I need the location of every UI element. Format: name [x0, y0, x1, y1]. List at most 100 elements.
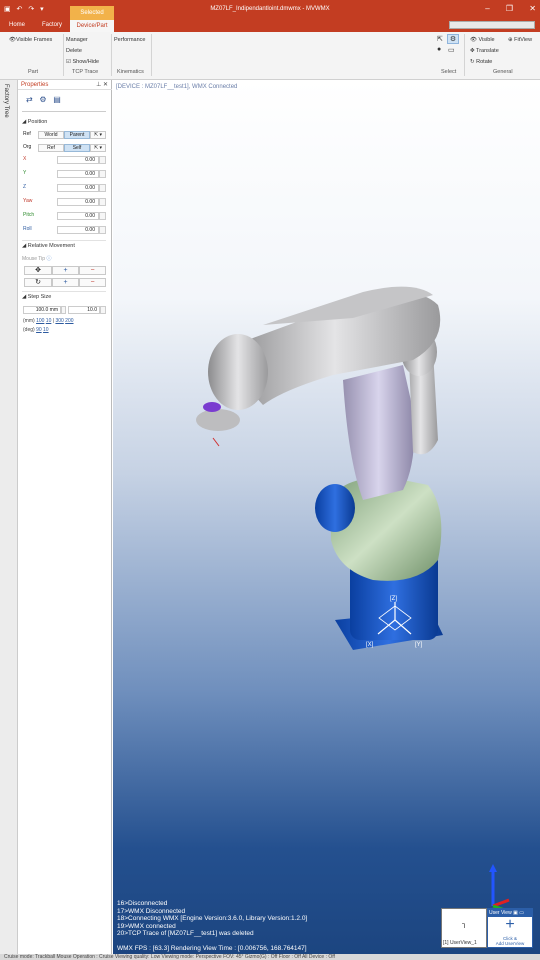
view-layout-toolbar[interactable]	[449, 21, 535, 29]
z-value-field[interactable]: 0.00	[57, 184, 99, 192]
log-line: 20>TCP Trace of [MZ07LF__test1] was dele…	[117, 930, 254, 937]
pitch-spinner[interactable]	[99, 212, 106, 220]
ribbon-separator	[464, 34, 465, 76]
userview-nav-icons[interactable]: ▣ ▭	[513, 910, 524, 916]
show-hide-checkbox[interactable]: ☑ Show/Hide	[66, 59, 99, 65]
move-icon: ✥	[35, 267, 41, 274]
select-pointer-icon[interactable]: ⇱	[437, 35, 443, 43]
rotate-icon: ↻	[470, 59, 475, 65]
3d-viewport[interactable]: [DEVICE : MZ07LF__test1], WMX Connected	[113, 80, 540, 954]
rotate-button[interactable]: ↻ Rotate	[470, 59, 492, 65]
group-kinematics-label: Kinematics	[117, 69, 144, 75]
translate-plus-button[interactable]: +	[52, 266, 79, 275]
rotate-icon: ↻	[35, 279, 41, 286]
userview-1-thumbnail[interactable]: ⅂ [1] UserView_1	[441, 908, 487, 948]
ribbon-separator	[151, 34, 152, 76]
ref-parent-button[interactable]: Parent	[64, 131, 90, 139]
manager-button[interactable]: Manager	[66, 37, 88, 43]
y-spinner[interactable]	[99, 170, 106, 178]
roll-spinner[interactable]	[99, 226, 106, 234]
checkbox-checked-icon: ☑	[66, 59, 71, 65]
translate-mode-button[interactable]: ✥	[24, 266, 52, 275]
eye-icon: 👁	[470, 37, 477, 43]
ref-dropdown[interactable]: ⇱ ▾	[90, 131, 106, 139]
fit-view-button[interactable]: ⊕ FitView	[508, 37, 532, 43]
factory-tree-label: Factory Tree	[3, 84, 9, 118]
group-part-label: Part	[28, 69, 39, 75]
position-section-header[interactable]: ◢ Position	[22, 119, 47, 125]
z-spinner[interactable]	[99, 184, 106, 192]
step-size-header[interactable]: ◢ Step Size	[22, 294, 51, 300]
roll-value-field[interactable]: 0.00	[57, 226, 99, 234]
ref-world-button[interactable]: World	[38, 131, 64, 139]
preset-link[interactable]: 90	[36, 327, 42, 333]
yaw-label: Yaw	[23, 198, 33, 204]
preset-link[interactable]: 10	[43, 327, 49, 333]
robot-wrist-flange	[196, 409, 240, 431]
preset-link[interactable]: 10	[46, 318, 52, 324]
org-dropdown[interactable]: ⇱ ▾	[90, 144, 106, 152]
preset-link[interactable]: 100	[36, 318, 44, 324]
pin-close-icons[interactable]: ⊥ ✕	[96, 81, 108, 88]
robot-arm-model[interactable]: [Z] [X] [Y]	[113, 80, 540, 954]
visible-frames-button[interactable]: 👁Visible Frames	[9, 37, 52, 43]
y-value-field[interactable]: 0.00	[57, 170, 99, 178]
select-dot-icon[interactable]: ●	[437, 46, 441, 53]
org-self-button[interactable]: Self	[64, 144, 90, 152]
ribbon-separator	[111, 34, 112, 76]
x-label: X	[23, 156, 27, 162]
preset-link[interactable]: 200	[65, 318, 73, 324]
select-gear-icon[interactable]: ⚙	[447, 34, 459, 44]
translate-button[interactable]: ✥ Translate	[470, 48, 499, 54]
step-deg-presets: (deg) 90 10	[23, 327, 49, 333]
divider	[22, 291, 106, 292]
select-comment-icon[interactable]: ▭	[448, 46, 455, 54]
roll-label: Roll	[23, 226, 32, 232]
org-ref-button[interactable]: Ref	[38, 144, 64, 152]
yaw-value-field[interactable]: 0.00	[57, 198, 99, 206]
tab-device-part[interactable]: Device/Part	[70, 20, 114, 32]
visible-button[interactable]: 👁 Visible	[470, 37, 495, 43]
x-value-field[interactable]: 0.00	[57, 156, 99, 164]
group-select-label: Select	[441, 69, 457, 75]
pitch-value-field[interactable]: 0.00	[57, 212, 99, 220]
robot-wrist	[208, 334, 268, 410]
relative-movement-header[interactable]: ◢ Relative Movement	[22, 243, 75, 249]
tab-factory[interactable]: Factory	[42, 22, 62, 28]
log-line: 19>WMX connected	[117, 922, 176, 930]
fps-readout: WMX FPS : [63.3] Rendering View Time : […	[117, 944, 307, 952]
properties-header: Properties ⊥ ✕	[18, 80, 112, 90]
output-log: 16>Disconnected 17>WMX Disconnected 18>C…	[117, 900, 307, 952]
rotate-mode-button[interactable]: ↻	[24, 278, 52, 287]
tab-home[interactable]: Home	[9, 22, 25, 28]
add-userview-plus-icon[interactable]: +	[488, 917, 532, 933]
rotate-minus-button[interactable]: −	[79, 278, 106, 287]
eye-icon: 👁	[9, 37, 16, 43]
robot-j1-side	[315, 484, 355, 532]
step-deg-spinner[interactable]	[100, 306, 106, 314]
yaw-spinner[interactable]	[99, 198, 106, 206]
step-mm-spinner[interactable]	[61, 306, 66, 314]
translate-minus-button[interactable]: −	[79, 266, 106, 275]
properties-toolbar-icons[interactable]: ⇄ ⚙ ▤	[26, 95, 61, 104]
add-userview-panel[interactable]: User View ▣ ▭ + Click & Add UserView	[487, 908, 533, 948]
group-tcp-trace-label: TCP Trace	[72, 69, 99, 75]
rotate-plus-button[interactable]: +	[52, 278, 79, 287]
delete-button[interactable]: Delete	[66, 48, 82, 54]
move-icon: ✥	[470, 48, 475, 54]
properties-panel: Properties ⊥ ✕ ⇄ ⚙ ▤ ◢ Position Ref Worl…	[18, 80, 112, 954]
performance-button[interactable]: Performance	[114, 37, 146, 43]
factory-tree-side-tab[interactable]: Factory Tree	[0, 80, 18, 954]
step-deg-field[interactable]: 10.0	[68, 306, 100, 314]
base-axis-y-label: [Y]	[415, 642, 423, 648]
divider	[22, 240, 106, 241]
x-spinner[interactable]	[99, 156, 106, 164]
robot-lower-arm	[343, 365, 415, 500]
preset-link[interactable]: 300	[55, 318, 63, 324]
close-icon[interactable]: ✕	[529, 4, 536, 13]
restore-icon[interactable]: ❐	[506, 4, 513, 13]
step-mm-field[interactable]: 100.0 mm	[23, 306, 61, 314]
minimize-icon[interactable]: –	[485, 4, 489, 13]
contextual-tab-group: Selected Device/Part	[70, 6, 114, 32]
ref-label: Ref	[23, 131, 31, 137]
